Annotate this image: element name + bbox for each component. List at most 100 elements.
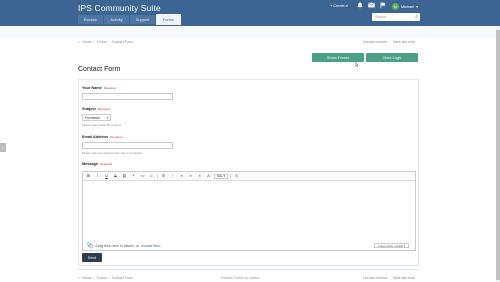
name-label: Your Name Required bbox=[82, 86, 116, 90]
user-menu[interactable]: M Michael ▾ bbox=[392, 3, 418, 10]
align-left-icon[interactable]: ≡ bbox=[178, 174, 185, 178]
breadcrumb-separator-icon: › bbox=[93, 276, 95, 280]
footer-quick-links: Unread content Mark site read bbox=[363, 276, 415, 280]
quote-icon[interactable]: ❝ bbox=[130, 174, 137, 178]
attachment-area[interactable]: 📎 Drag files here to attach, or choose f… bbox=[86, 241, 412, 250]
subject-hint: Please select what this is about bbox=[82, 123, 122, 127]
mouse-cursor-icon bbox=[355, 62, 359, 67]
nav-tab-support[interactable]: Support bbox=[130, 15, 155, 24]
email-label-text: Email Address bbox=[82, 135, 109, 139]
email-hint: Please enter an email we can reply to if… bbox=[82, 151, 142, 155]
name-label-text: Your Name bbox=[82, 86, 102, 90]
align-right-icon[interactable]: ≡ bbox=[196, 174, 203, 178]
breadcrumb-forms[interactable]: Forms bbox=[97, 276, 107, 280]
breadcrumb-separator-icon: › bbox=[108, 276, 110, 280]
subject-select[interactable]: Feedback ▾ bbox=[82, 114, 111, 121]
toolbar-divider bbox=[230, 173, 232, 179]
footer-divider bbox=[78, 269, 419, 270]
required-marker: Required bbox=[103, 86, 116, 90]
required-marker: Required bbox=[100, 162, 113, 166]
message-label-text: Message bbox=[82, 162, 99, 166]
bulleted-list-icon[interactable]: ☰ bbox=[160, 174, 167, 178]
home-icon: ⌂ bbox=[78, 40, 81, 44]
view-logs-button[interactable]: View Logs bbox=[366, 53, 418, 62]
breadcrumb-current: Contact Form bbox=[111, 276, 133, 280]
breadcrumb-home[interactable]: Home bbox=[82, 40, 91, 44]
page-actions: View Logs bbox=[366, 53, 418, 62]
breadcrumb-forms[interactable]: Forms bbox=[97, 40, 107, 44]
required-marker: Required bbox=[97, 107, 110, 111]
breadcrumb-current: Contact Form bbox=[111, 40, 133, 44]
insert-media-label: Insert other media bbox=[378, 243, 403, 248]
unread-content-link[interactable]: Unread content bbox=[363, 276, 387, 280]
font-size-label: Size bbox=[217, 174, 223, 178]
bold-button[interactable]: B bbox=[85, 174, 92, 178]
mail-icon[interactable] bbox=[367, 2, 375, 10]
chevron-down-icon: ▾ bbox=[106, 115, 108, 120]
subject-label-text: Subject bbox=[82, 107, 96, 111]
italic-button[interactable]: I bbox=[94, 174, 101, 178]
nav-tab-browse[interactable]: Browse bbox=[78, 15, 103, 24]
chevron-down-icon: ▾ bbox=[403, 243, 405, 248]
bell-icon[interactable] bbox=[356, 2, 364, 10]
numbered-list-icon[interactable]: ⋮ bbox=[169, 174, 176, 178]
contact-form: Your Name Required Subject Required Feedba… bbox=[78, 79, 419, 266]
send-button[interactable]: Send bbox=[82, 253, 102, 262]
choose-files-link[interactable]: choose files... bbox=[141, 244, 163, 248]
breadcrumb-separator-icon: › bbox=[93, 40, 95, 44]
paperclip-icon: 📎 bbox=[86, 243, 94, 249]
main-nav: Browse Activity Support Forms bbox=[78, 14, 181, 25]
source-icon[interactable]: ⎘ bbox=[233, 174, 240, 178]
toolbar-divider bbox=[157, 173, 158, 179]
email-field[interactable] bbox=[82, 142, 173, 149]
subject-select-value: Feedback bbox=[85, 115, 100, 120]
scrollbar[interactable] bbox=[496, 26, 500, 282]
search-input[interactable]: Search ⌕ bbox=[372, 13, 420, 21]
plus-icon: + bbox=[330, 3, 333, 8]
message-label: Message Required bbox=[82, 162, 112, 166]
search-placeholder: Search bbox=[375, 15, 386, 19]
mark-site-read-link[interactable]: Mark site read bbox=[393, 276, 415, 280]
scrollbar-thumb[interactable] bbox=[496, 30, 500, 280]
strikethrough-button[interactable]: S bbox=[112, 174, 119, 178]
nav-tab-activity[interactable]: Activity bbox=[104, 15, 129, 24]
create-label: Create bbox=[333, 3, 345, 8]
nav-tab-forms[interactable]: Forms bbox=[156, 14, 181, 25]
insert-media-button[interactable]: Insert other media ▾ bbox=[374, 243, 409, 248]
email-label: Email Address Required bbox=[82, 135, 122, 139]
mark-site-read-link[interactable]: Mark site read bbox=[393, 40, 415, 44]
site-brand[interactable]: IPS Community Suite bbox=[78, 3, 161, 13]
chevron-down-icon: ▾ bbox=[416, 5, 418, 9]
flag-icon[interactable] bbox=[379, 2, 387, 10]
underline-button[interactable]: U bbox=[103, 174, 110, 178]
sub-navigation-bar bbox=[0, 26, 500, 38]
name-field[interactable] bbox=[82, 93, 173, 100]
align-center-icon[interactable]: ≡ bbox=[187, 174, 194, 178]
font-color-icon[interactable]: A bbox=[205, 174, 212, 178]
breadcrumb-separator-icon: › bbox=[108, 40, 110, 44]
font-size-select[interactable]: Size ▾ bbox=[214, 173, 229, 179]
page-title: Contact Form bbox=[78, 66, 121, 73]
subject-label: Subject Required bbox=[82, 107, 110, 111]
message-editor[interactable]: B I U S ⛓ ❝ <> ☺ ☰ ⋮ ≡ ≡ ≡ A Size ▾ ⎘ 📎 … bbox=[82, 171, 416, 251]
attach-text: Drag files here to attach, or bbox=[95, 243, 139, 248]
editor-toolbar: B I U S ⛓ ❝ <> ☺ ☰ ⋮ ≡ ≡ ≡ A Size ▾ ⎘ bbox=[83, 172, 415, 181]
unread-content-link[interactable]: Unread content bbox=[363, 40, 387, 44]
side-panel-toggle[interactable]: < bbox=[0, 143, 6, 152]
footer-breadcrumb: ⌂ Home › Forms › Contact Form bbox=[78, 276, 133, 280]
chevron-down-icon: ▾ bbox=[345, 4, 348, 8]
emoji-icon[interactable]: ☺ bbox=[148, 174, 155, 178]
code-icon[interactable]: <> bbox=[139, 174, 146, 178]
breadcrumb: ⌂ Home › Forms › Contact Form bbox=[78, 40, 133, 44]
create-button[interactable]: + Create ▾ bbox=[330, 3, 348, 9]
page-actions: Show Forms bbox=[312, 53, 364, 62]
search-icon[interactable]: ⌕ bbox=[415, 14, 418, 20]
powered-by: Platform Forms by Invision bbox=[221, 276, 261, 280]
home-icon: ⌂ bbox=[78, 276, 81, 280]
link-icon[interactable]: ⛓ bbox=[121, 174, 128, 178]
breadcrumb-home[interactable]: Home bbox=[82, 276, 91, 280]
required-marker: Required bbox=[110, 135, 123, 139]
show-forms-button[interactable]: Show Forms bbox=[312, 53, 364, 62]
quick-links: Unread content Mark site read bbox=[363, 40, 415, 44]
avatar: M bbox=[392, 3, 399, 10]
